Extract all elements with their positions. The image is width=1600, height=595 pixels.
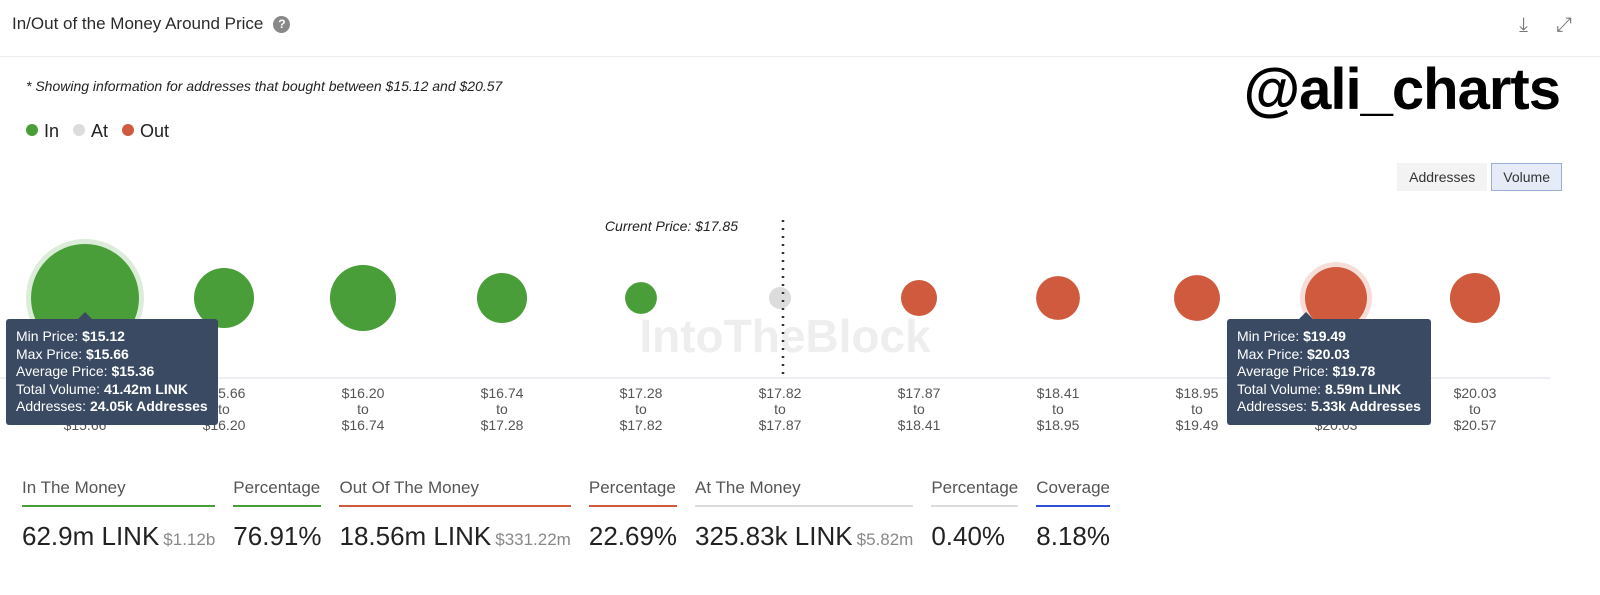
download-icon[interactable]: ⤓ <box>1519 14 1528 37</box>
bin-label: $17.82 <box>759 385 802 401</box>
stat-value: 0.40% <box>931 521 1006 551</box>
summary-stats: In The Money 62.9m LINK $1.12b Percentage 76… <box>22 478 1110 552</box>
tooltip-row: Total Volume: 41.42m LINK <box>16 380 188 397</box>
tooltip-row: Min Price: $15.12 <box>16 328 125 344</box>
legend-label: In <box>44 121 60 141</box>
stat-label: Out Of The Money <box>339 478 571 507</box>
bubble-out[interactable] <box>1036 276 1080 320</box>
bin-label: to <box>1469 401 1481 417</box>
legend-dot <box>26 124 38 136</box>
stat-label: At The Money <box>695 478 914 507</box>
legend: In At Out <box>26 121 169 142</box>
stat-percentage: Percentage 22.69% <box>588 478 678 552</box>
stat-value: 325.83k LINK $5.82m <box>695 521 914 551</box>
watermark-handle: @ali_charts <box>1243 57 1561 122</box>
bubble-in[interactable] <box>476 272 528 324</box>
stat-percentage: Percentage 0.40% <box>931 478 1019 552</box>
bin-label: $20.57 <box>1454 417 1497 433</box>
bin-label: $16.74 <box>481 385 524 401</box>
expand-icon[interactable]: ⤢ <box>1556 14 1572 37</box>
bin-label: $20.03 <box>1454 385 1497 401</box>
chart-title: In/Out of the Money Around Price? <box>12 14 291 34</box>
tooltip-row: Min Price: $19.49 <box>1237 328 1346 344</box>
bin-label: $17.28 <box>481 417 524 433</box>
bin-label: $19.49 <box>1176 417 1219 433</box>
bin-label: $17.82 <box>620 417 663 433</box>
bin-label: to <box>635 401 647 417</box>
bin-label: $17.87 <box>759 417 802 433</box>
bubble-in[interactable] <box>625 282 657 314</box>
stat-value: 22.69% <box>588 521 678 551</box>
bubble-out[interactable] <box>900 279 938 317</box>
bin-label: to <box>357 401 369 417</box>
bubble-out[interactable] <box>1449 272 1501 324</box>
bin-label: $16.74 <box>342 417 385 433</box>
bubble-out[interactable] <box>1174 275 1220 321</box>
intotheblock-watermark-logo: IntoTheBlock <box>639 310 931 362</box>
stat-value: 62.9m LINK $1.12b <box>22 521 216 551</box>
bin-label: to <box>1052 401 1064 417</box>
stat-value: 8.18% <box>1036 521 1110 551</box>
bubble-at[interactable] <box>769 287 791 309</box>
tooltip-row: Max Price: $15.66 <box>16 345 129 362</box>
bin-label: $18.41 <box>1037 385 1080 401</box>
tooltip-row: Total Volume: 8.59m LINK <box>1237 380 1402 397</box>
bin-label: to <box>218 401 230 417</box>
stat-label: Percentage <box>931 478 1019 507</box>
legend-dot <box>122 124 135 136</box>
stat-in-the-money: In The Money 62.9m LINK $1.12b <box>22 478 216 552</box>
stat-usd-value: $1.12b <box>163 530 216 549</box>
tooltip-row: Average Price: $19.78 <box>1237 363 1376 379</box>
stat-label: In The Money <box>22 478 216 507</box>
stat-value: 18.56m LINK $331.22m <box>339 521 571 551</box>
legend-item-out[interactable]: Out <box>122 121 169 142</box>
tooltip-row: Average Price: $15.36 <box>16 363 155 379</box>
bin-label: $16.20 <box>342 385 385 401</box>
bin-label: to <box>1191 401 1203 417</box>
bin-label: $18.41 <box>898 417 941 433</box>
stat-label: Percentage <box>233 478 322 507</box>
tooltip-row: Addresses: 24.05k Addresses <box>16 398 208 414</box>
bin-label: $17.28 <box>620 385 663 401</box>
bubble-tooltip: Min Price: $15.12 Max Price: $15.66 Averag… <box>6 312 218 425</box>
bin-label: $18.95 <box>1176 385 1219 401</box>
bin-label: $18.95 <box>1037 417 1080 433</box>
stat-coverage: Coverage 8.18% <box>1036 478 1110 552</box>
bin-label: to <box>913 401 925 417</box>
legend-item-in[interactable]: In <box>26 121 59 142</box>
stat-usd-value: $5.82m <box>856 530 914 549</box>
bin-label: $17.87 <box>898 385 941 401</box>
stat-usd-value: $331.22m <box>495 530 571 549</box>
question-circle-icon[interactable]: ? <box>273 15 291 33</box>
bin-label: to <box>496 401 508 417</box>
stat-label: Percentage <box>588 478 678 507</box>
metric-toggle: Addresses Volume <box>1397 163 1562 191</box>
volume-toggle-button[interactable]: Volume <box>1491 163 1562 191</box>
legend-label: At <box>91 121 109 141</box>
stat-value: 76.91% <box>233 521 322 551</box>
stat-percentage: Percentage 76.91% <box>233 478 322 552</box>
stat-at-the-money: At The Money 325.83k LINK $5.82m <box>695 478 914 552</box>
range-note: * Showing information for addresses that… <box>26 78 503 94</box>
bubble-tooltip: Min Price: $19.49 Max Price: $20.03 Averag… <box>1227 312 1431 425</box>
tooltip-row: Addresses: 5.33k Addresses <box>1237 398 1421 414</box>
current-price-label: Current Price: $17.85 <box>605 218 738 234</box>
tooltip-row: Max Price: $20.03 <box>1237 345 1350 362</box>
stat-out-of-the-money: Out Of The Money 18.56m LINK $331.22m <box>339 478 571 552</box>
addresses-toggle-button[interactable]: Addresses <box>1397 163 1488 191</box>
bubble-in[interactable] <box>329 264 397 332</box>
legend-item-at[interactable]: At <box>73 121 108 142</box>
legend-dot <box>73 124 86 136</box>
title-text: In/Out of the Money Around Price <box>12 14 264 33</box>
legend-label: Out <box>140 121 170 141</box>
stat-label: Coverage <box>1036 478 1110 507</box>
bin-label: to <box>774 401 786 417</box>
